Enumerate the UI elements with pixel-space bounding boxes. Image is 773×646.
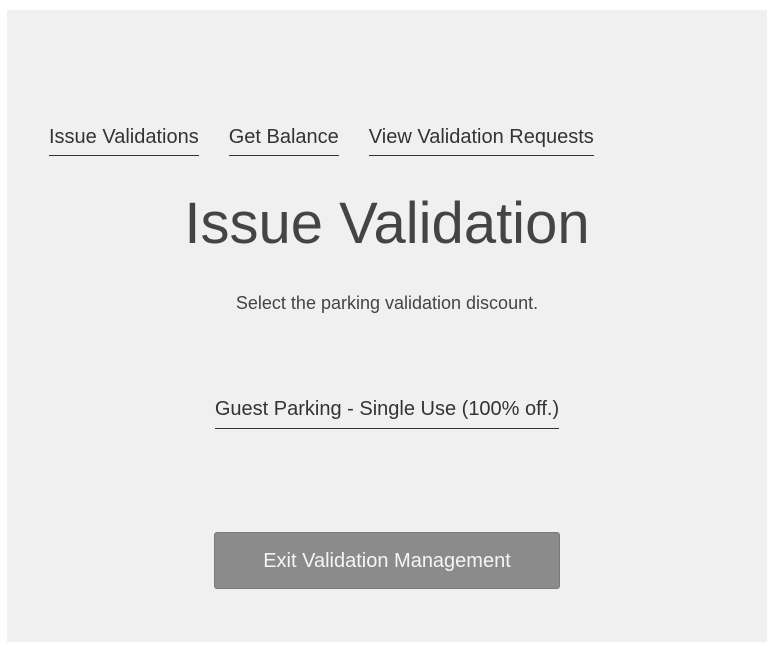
discount-option-guest-parking[interactable]: Guest Parking - Single Use (100% off.): [214, 398, 560, 429]
page-title: Issue Validation: [184, 191, 590, 256]
discount-option-container: Guest Parking - Single Use (100% off.): [7, 398, 767, 429]
page-subtitle: Select the parking validation discount.: [235, 293, 539, 313]
validation-panel: Issue Validations Get Balance View Valid…: [7, 10, 767, 642]
nav-link-issue-validations[interactable]: Issue Validations: [49, 126, 199, 156]
nav-link-get-balance[interactable]: Get Balance: [228, 126, 339, 156]
exit-container: Exit Validation Management: [7, 532, 767, 589]
top-nav: Issue Validations Get Balance View Valid…: [49, 126, 594, 156]
nav-link-view-validation-requests[interactable]: View Validation Requests: [368, 126, 594, 156]
exit-validation-management-button[interactable]: Exit Validation Management: [214, 532, 560, 589]
